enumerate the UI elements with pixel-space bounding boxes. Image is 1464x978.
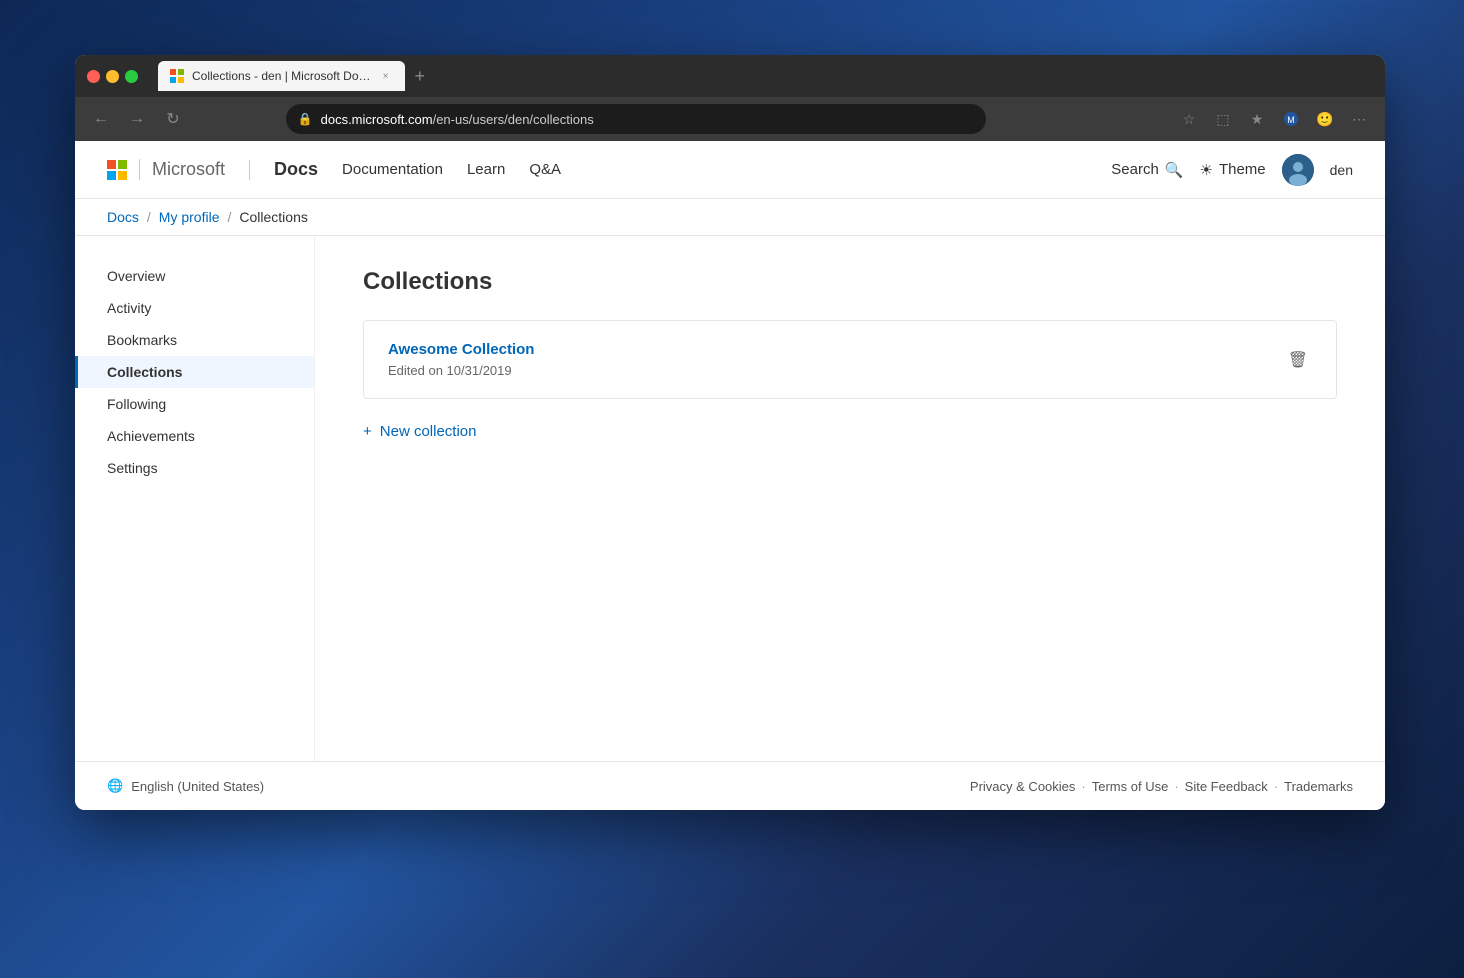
microsoft-logo: Microsoft — [107, 159, 225, 180]
profile-button[interactable]: M — [1277, 105, 1305, 133]
page-title: Collections — [363, 268, 1337, 296]
svg-text:M: M — [1287, 115, 1295, 125]
url-text: docs.microsoft.com/en-us/users/den/colle… — [321, 112, 594, 127]
refresh-button[interactable]: ↻ — [159, 105, 187, 133]
header-right: Search 🔍 ☀ Theme den — [1111, 154, 1353, 186]
toolbar-icons: ☆ ⬚ ★ M 🙂 ⋯ — [1175, 105, 1373, 133]
site-footer: 🌐 English (United States) Privacy & Cook… — [75, 761, 1385, 810]
favorites-button[interactable]: ☆ — [1175, 105, 1203, 133]
forward-button[interactable]: → — [123, 105, 151, 133]
close-window-button[interactable] — [87, 70, 100, 83]
collection-info: Awesome Collection Edited on 10/31/2019 — [388, 341, 534, 378]
minimize-window-button[interactable] — [106, 70, 119, 83]
address-bar: ← → ↻ 🔒 docs.microsoft.com/en-us/users/d… — [75, 97, 1385, 141]
user-avatar[interactable] — [1282, 154, 1314, 186]
footer-privacy[interactable]: Privacy & Cookies — [970, 779, 1075, 794]
sidebar-item-settings[interactable]: Settings — [75, 452, 314, 484]
theme-icon: ☀ — [1200, 161, 1213, 179]
new-tab-button[interactable]: + — [409, 66, 432, 87]
breadcrumb-myprofile[interactable]: My profile — [159, 209, 220, 225]
footer-locale: 🌐 English (United States) — [107, 778, 264, 794]
sidebar-item-activity[interactable]: Activity — [75, 292, 314, 324]
tab-favicon — [170, 69, 184, 83]
page-content: Microsoft Docs Documentation Learn Q&A S… — [75, 141, 1385, 810]
tab-title: Collections - den | Microsoft Do… — [192, 69, 371, 83]
sidebar-item-collections[interactable]: Collections — [75, 356, 314, 388]
content-area: Collections Awesome Collection Edited on… — [315, 236, 1385, 761]
nav-divider — [249, 160, 250, 180]
user-name[interactable]: den — [1330, 162, 1353, 178]
breadcrumb-docs[interactable]: Docs — [107, 209, 139, 225]
new-collection-button[interactable]: + New collection — [363, 415, 1337, 448]
site-nav: Documentation Learn Q&A — [342, 161, 561, 178]
theme-button[interactable]: ☀ Theme — [1200, 161, 1266, 179]
sidebar-item-following[interactable]: Following — [75, 388, 314, 420]
search-label: Search — [1111, 161, 1159, 178]
locale-text: English (United States) — [131, 779, 264, 794]
qa-link[interactable]: Q&A — [529, 161, 561, 178]
footer-links: Privacy & Cookies · Terms of Use · Site … — [970, 779, 1353, 794]
active-tab[interactable]: Collections - den | Microsoft Do… × — [158, 61, 405, 91]
back-button[interactable]: ← — [87, 105, 115, 133]
search-button[interactable]: Search 🔍 — [1111, 161, 1183, 179]
tab-close-button[interactable]: × — [379, 69, 393, 83]
search-icon: 🔍 — [1165, 161, 1184, 179]
collections-button[interactable]: ★ — [1243, 105, 1271, 133]
sidebar-item-overview[interactable]: Overview — [75, 260, 314, 292]
collection-card: Awesome Collection Edited on 10/31/2019 … — [363, 320, 1337, 399]
extensions-button[interactable]: ⬚ — [1209, 105, 1237, 133]
sidebar-item-achievements[interactable]: Achievements — [75, 420, 314, 452]
sidebar-item-bookmarks[interactable]: Bookmarks — [75, 324, 314, 356]
settings-button[interactable]: ⋯ — [1345, 105, 1373, 133]
traffic-lights — [87, 70, 138, 83]
breadcrumb-sep-1: / — [147, 209, 151, 225]
tab-bar: Collections - den | Microsoft Do… × + — [158, 61, 431, 91]
browser-window: Collections - den | Microsoft Do… × + ← … — [75, 55, 1385, 810]
main-layout: Overview Activity Bookmarks Collections … — [75, 236, 1385, 761]
ms-logo-grid — [107, 160, 127, 180]
globe-icon: 🌐 — [107, 778, 123, 794]
breadcrumb-bar: Docs / My profile / Collections — [75, 199, 1385, 236]
breadcrumb: Docs / My profile / Collections — [107, 209, 308, 225]
docs-link[interactable]: Docs — [274, 159, 318, 180]
theme-label: Theme — [1219, 161, 1266, 178]
delete-collection-button[interactable]: 🗑 — [1284, 346, 1312, 374]
breadcrumb-sep-2: / — [227, 209, 231, 225]
lock-icon: 🔒 — [298, 112, 313, 126]
emoji-button[interactable]: 🙂 — [1311, 105, 1339, 133]
footer-feedback[interactable]: Site Feedback — [1185, 779, 1268, 794]
footer-trademarks[interactable]: Trademarks — [1284, 779, 1353, 794]
sidebar: Overview Activity Bookmarks Collections … — [75, 236, 315, 761]
url-bar[interactable]: 🔒 docs.microsoft.com/en-us/users/den/col… — [286, 104, 986, 134]
site-header: Microsoft Docs Documentation Learn Q&A S… — [75, 141, 1385, 199]
collection-date: Edited on 10/31/2019 — [388, 363, 534, 378]
new-collection-label: New collection — [380, 423, 477, 440]
footer-terms[interactable]: Terms of Use — [1092, 779, 1169, 794]
documentation-link[interactable]: Documentation — [342, 161, 443, 178]
plus-icon: + — [363, 423, 372, 440]
learn-link[interactable]: Learn — [467, 161, 505, 178]
collection-name[interactable]: Awesome Collection — [388, 341, 534, 358]
title-bar: Collections - den | Microsoft Do… × + — [75, 55, 1385, 97]
microsoft-text: Microsoft — [139, 159, 225, 180]
breadcrumb-current: Collections — [239, 209, 307, 225]
maximize-window-button[interactable] — [125, 70, 138, 83]
